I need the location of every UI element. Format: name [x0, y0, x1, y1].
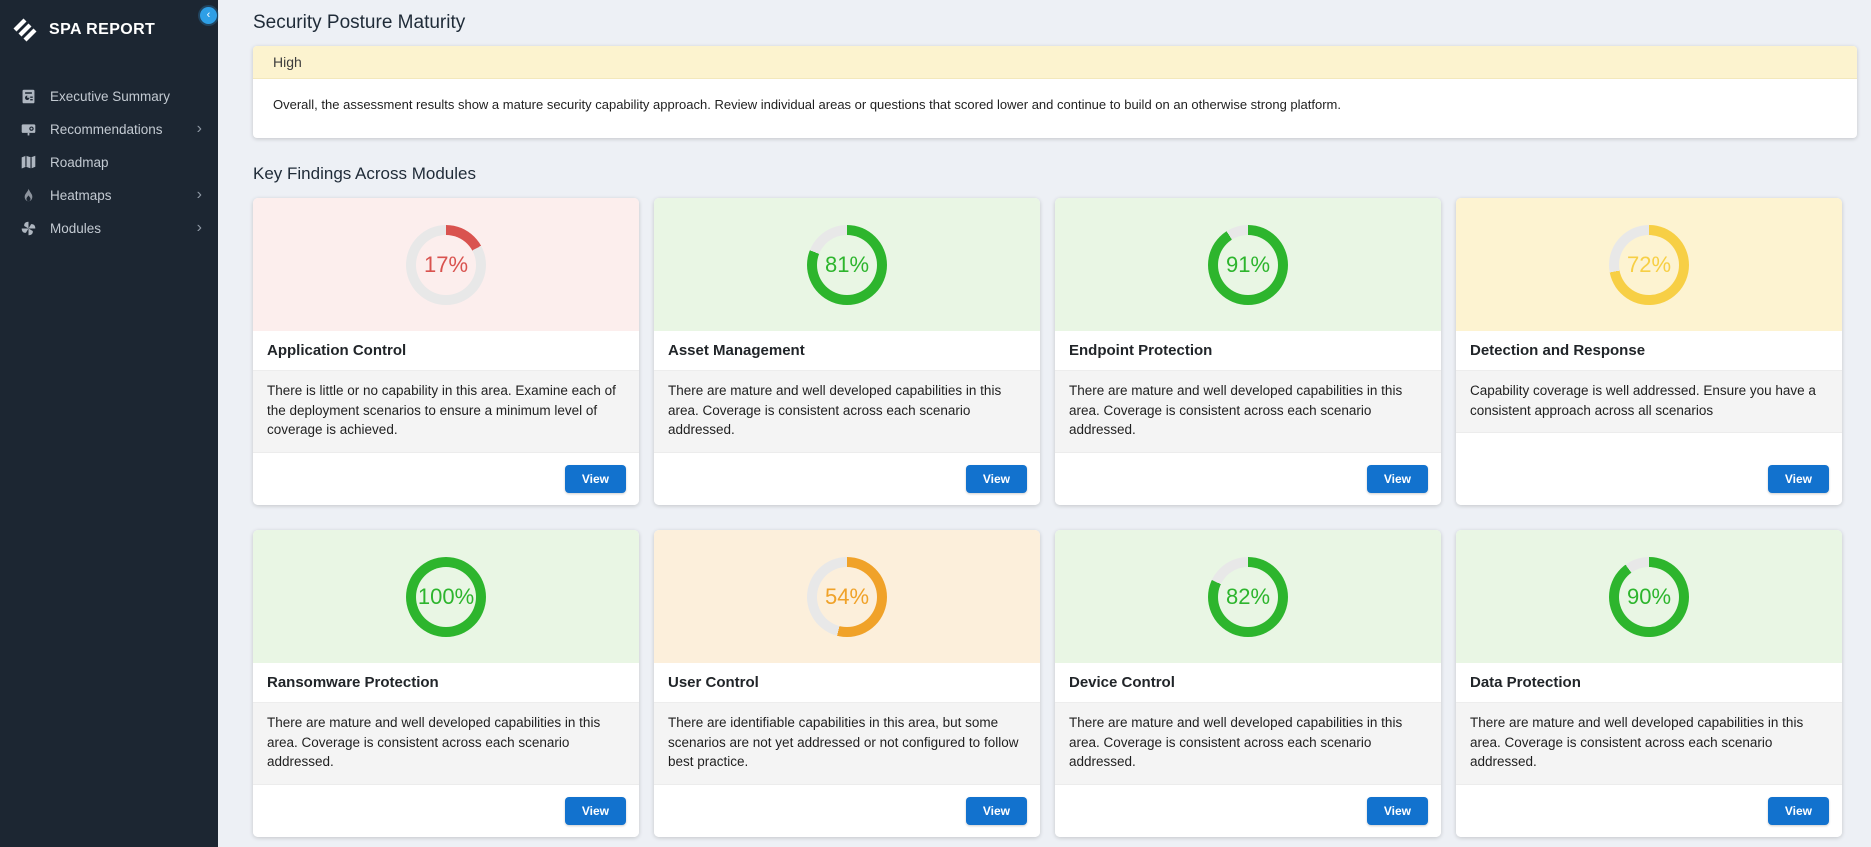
module-description: There are mature and well developed capa…: [1456, 703, 1842, 785]
modules-icon: [20, 220, 37, 237]
sidebar: SPA REPORT ‹ Executive Summary Recommend…: [0, 0, 218, 847]
module-title: Device Control: [1055, 663, 1441, 703]
score-chart-section: 54%: [654, 530, 1040, 663]
sidebar-item-modules[interactable]: Modules ›: [0, 212, 218, 245]
findings-heading: Key Findings Across Modules: [253, 164, 1857, 184]
module-cards-grid: 17% Application Control There is little …: [253, 198, 1857, 837]
view-button[interactable]: View: [565, 465, 626, 493]
module-card: 91% Endpoint Protection There are mature…: [1055, 198, 1441, 505]
module-card: 82% Device Control There are mature and …: [1055, 530, 1441, 837]
card-footer: View: [1456, 433, 1842, 505]
score-chart-section: 91%: [1055, 198, 1441, 331]
sidebar-item-label: Heatmaps: [50, 188, 197, 203]
chevron-right-icon: ›: [197, 187, 202, 205]
module-description: There are mature and well developed capa…: [253, 703, 639, 785]
score-percent-label: 91%: [1226, 252, 1270, 278]
score-donut-chart: 54%: [807, 557, 887, 637]
maturity-level-badge: High: [253, 46, 1857, 79]
module-description: There are mature and well developed capa…: [1055, 371, 1441, 453]
score-donut-chart: 72%: [1609, 225, 1689, 305]
score-percent-label: 72%: [1627, 252, 1671, 278]
module-title: Asset Management: [654, 331, 1040, 371]
score-percent-label: 81%: [825, 252, 869, 278]
score-chart-section: 100%: [253, 530, 639, 663]
sidebar-item-label: Modules: [50, 221, 197, 236]
score-percent-label: 100%: [418, 584, 474, 610]
main-content: Security Posture Maturity High Overall, …: [218, 0, 1871, 847]
card-footer: View: [1055, 453, 1441, 505]
module-card: 17% Application Control There is little …: [253, 198, 639, 505]
score-donut-chart: 81%: [807, 225, 887, 305]
module-title: Application Control: [253, 331, 639, 371]
page-title: Security Posture Maturity: [253, 12, 1857, 34]
module-title: Ransomware Protection: [253, 663, 639, 703]
module-card: 54% User Control There are identifiable …: [654, 530, 1040, 837]
module-title: Detection and Response: [1456, 331, 1842, 371]
brand: SPA REPORT: [0, 10, 218, 52]
module-description: There is little or no capability in this…: [253, 371, 639, 453]
sidebar-collapse-button[interactable]: ‹: [200, 7, 217, 24]
maturity-card: High Overall, the assessment results sho…: [253, 46, 1857, 138]
sidebar-menu: Executive Summary Recommendations › Road…: [0, 80, 218, 245]
view-button[interactable]: View: [565, 797, 626, 825]
view-button[interactable]: View: [966, 797, 1027, 825]
score-percent-label: 90%: [1627, 584, 1671, 610]
score-donut-chart: 90%: [1609, 557, 1689, 637]
module-card: 90% Data Protection There are mature and…: [1456, 530, 1842, 837]
card-footer: View: [654, 453, 1040, 505]
module-card: 100% Ransomware Protection There are mat…: [253, 530, 639, 837]
sidebar-item-roadmap[interactable]: Roadmap: [0, 146, 218, 179]
card-footer: View: [1055, 785, 1441, 837]
chevron-left-icon: ‹: [207, 10, 211, 21]
map-icon: [20, 154, 37, 171]
brand-logo-icon: [12, 18, 38, 42]
brand-name: SPA REPORT: [49, 21, 155, 39]
score-chart-section: 81%: [654, 198, 1040, 331]
module-description: There are identifiable capabilities in t…: [654, 703, 1040, 785]
recommendations-icon: [20, 121, 37, 138]
module-description: There are mature and well developed capa…: [1055, 703, 1441, 785]
score-percent-label: 82%: [1226, 584, 1270, 610]
score-donut-chart: 17%: [406, 225, 486, 305]
score-chart-section: 72%: [1456, 198, 1842, 331]
view-button[interactable]: View: [1768, 465, 1829, 493]
module-title: Endpoint Protection: [1055, 331, 1441, 371]
maturity-summary: Overall, the assessment results show a m…: [253, 79, 1857, 138]
sidebar-item-label: Executive Summary: [50, 89, 202, 104]
module-card: 81% Asset Management There are mature an…: [654, 198, 1040, 505]
module-title: Data Protection: [1456, 663, 1842, 703]
score-chart-section: 90%: [1456, 530, 1842, 663]
card-footer: View: [654, 785, 1040, 837]
chevron-right-icon: ›: [197, 220, 202, 238]
sidebar-item-recommendations[interactable]: Recommendations ›: [0, 113, 218, 146]
score-percent-label: 54%: [825, 584, 869, 610]
sidebar-item-executive-summary[interactable]: Executive Summary: [0, 80, 218, 113]
score-donut-chart: 91%: [1208, 225, 1288, 305]
view-button[interactable]: View: [966, 465, 1027, 493]
score-chart-section: 82%: [1055, 530, 1441, 663]
card-footer: View: [253, 785, 639, 837]
score-chart-section: 17%: [253, 198, 639, 331]
chevron-right-icon: ›: [197, 121, 202, 139]
module-description: Capability coverage is well addressed. E…: [1456, 371, 1842, 433]
view-button[interactable]: View: [1367, 465, 1428, 493]
sidebar-item-heatmaps[interactable]: Heatmaps ›: [0, 179, 218, 212]
score-percent-label: 17%: [424, 252, 468, 278]
sidebar-item-label: Roadmap: [50, 155, 202, 170]
score-donut-chart: 82%: [1208, 557, 1288, 637]
view-button[interactable]: View: [1768, 797, 1829, 825]
flame-icon: [20, 187, 37, 204]
sidebar-item-label: Recommendations: [50, 122, 197, 137]
card-footer: View: [1456, 785, 1842, 837]
view-button[interactable]: View: [1367, 797, 1428, 825]
card-footer: View: [253, 453, 639, 505]
module-title: User Control: [654, 663, 1040, 703]
module-card: 72% Detection and Response Capability co…: [1456, 198, 1842, 505]
score-donut-chart: 100%: [406, 557, 486, 637]
report-icon: [20, 88, 37, 105]
module-description: There are mature and well developed capa…: [654, 371, 1040, 453]
